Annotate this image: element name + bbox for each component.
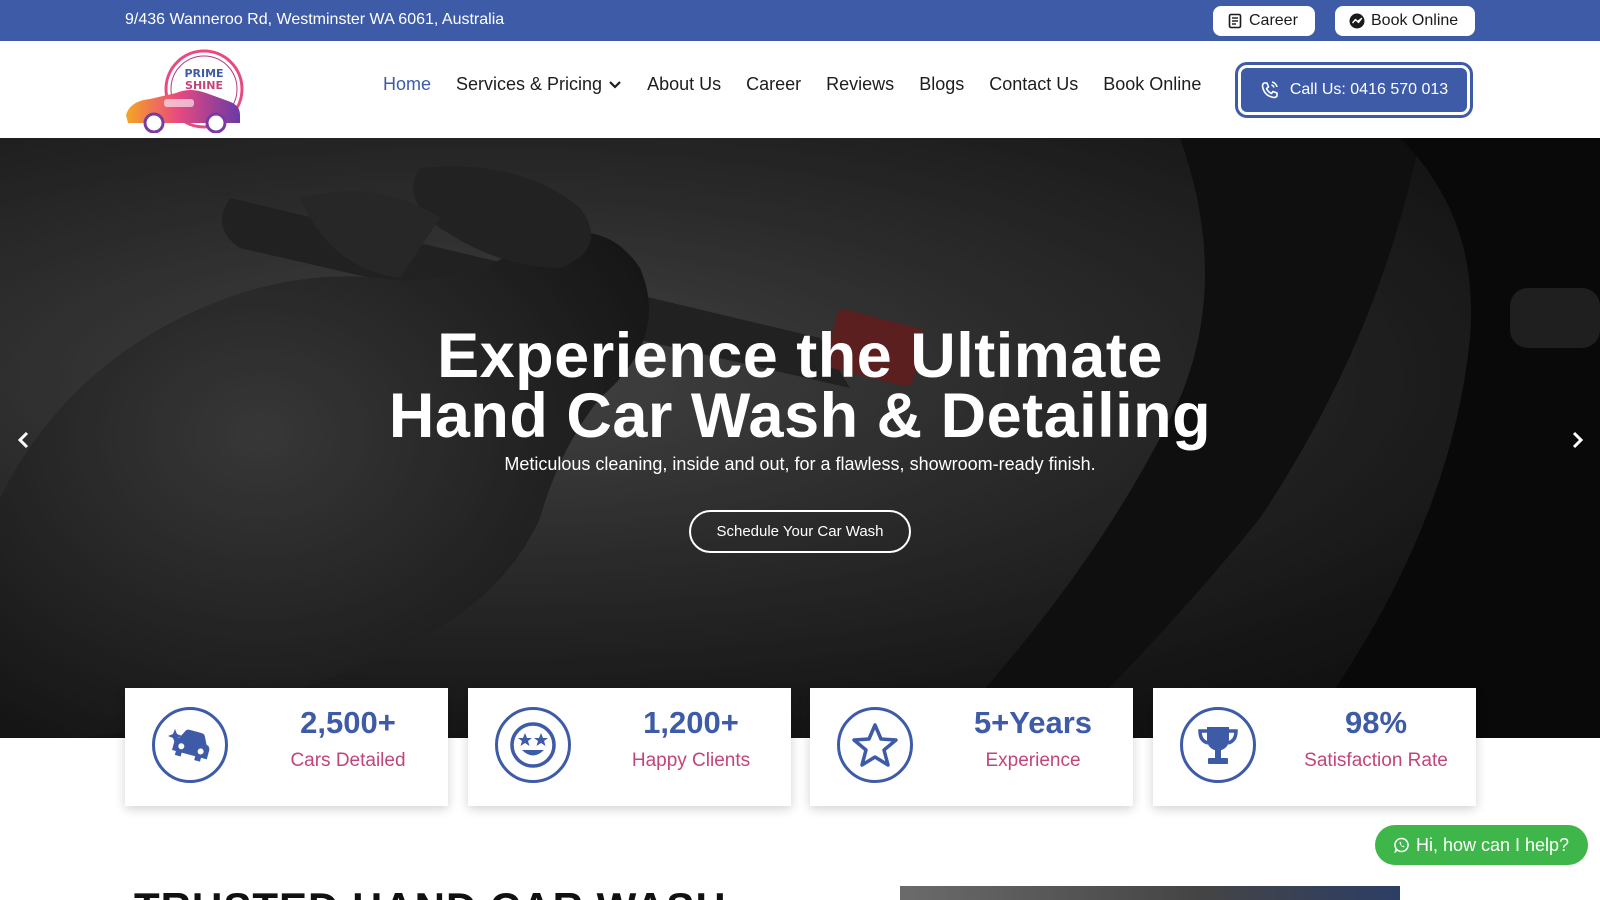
star-icon xyxy=(852,723,898,767)
stat-label: Happy Clients xyxy=(631,750,751,771)
hero-subtitle: Meticulous cleaning, inside and out, for… xyxy=(504,454,1096,474)
prime-shine-logo[interactable]: PRIME SHINE xyxy=(124,49,248,134)
stat-card-experience: 5+Years Experience xyxy=(810,688,1133,806)
top-bar: 9/436 Wanneroo Rd, Westminster WA 6061, … xyxy=(0,0,1600,41)
call-us-label: Call Us: 0416 570 013 xyxy=(1289,81,1449,98)
nav-item-label: Services & Pricing xyxy=(456,74,603,94)
nav-item-home[interactable]: Home xyxy=(383,74,431,95)
stat-icon-wrap xyxy=(1180,707,1256,783)
stat-icon-wrap xyxy=(495,707,571,783)
book-online-top-button[interactable]: Book Online xyxy=(1335,6,1475,36)
stat-label: Experience xyxy=(985,750,1081,771)
schedule-car-wash-button[interactable]: Schedule Your Car Wash xyxy=(689,510,911,553)
section-title: TRUSTED HAND CAR WASH xyxy=(134,884,727,900)
career-button-label: Career xyxy=(1249,12,1298,29)
stat-label: Satisfaction Rate xyxy=(1304,750,1448,771)
hero-title-line-2: Hand Car Wash & Detailing xyxy=(388,381,1212,451)
whatsapp-chat-label: Hi, how can I help? xyxy=(1415,834,1570,855)
nav-item-label: Blogs xyxy=(919,74,965,94)
site-header: PRIME SHINE Home Services & Pricing Abou… xyxy=(0,41,1600,138)
nav-item-label: About Us xyxy=(647,74,722,94)
career-button[interactable]: Career xyxy=(1213,6,1315,36)
book-online-top-label: Book Online xyxy=(1371,12,1459,29)
stat-value: 1,200+ xyxy=(643,705,739,740)
nav-item-contact-us[interactable]: Contact Us xyxy=(989,74,1078,95)
nav-item-label: Contact Us xyxy=(989,74,1079,94)
phone-ringing-icon xyxy=(1261,81,1278,99)
hero-slider: Experience the Ultimate Hand Car Wash & … xyxy=(0,138,1600,738)
section-image xyxy=(900,886,1400,900)
nav-item-about-us[interactable]: About Us xyxy=(647,74,721,95)
whatsapp-chat-button[interactable]: Hi, how can I help? xyxy=(1375,825,1588,865)
main-nav: Home Services & Pricing About Us Career … xyxy=(383,74,1226,95)
car-sparkle-icon xyxy=(168,729,210,762)
nav-item-label: Home xyxy=(383,74,432,94)
stat-card-cars-detailed: 2,500+ Cars Detailed xyxy=(125,688,448,806)
hero-title: Experience the Ultimate Hand Car Wash & … xyxy=(0,325,1600,448)
document-icon xyxy=(1228,13,1242,29)
nav-item-career[interactable]: Career xyxy=(746,74,801,95)
stat-label: Cars Detailed xyxy=(290,750,406,771)
nav-item-reviews[interactable]: Reviews xyxy=(826,74,894,95)
nav-item-services-pricing[interactable]: Services & Pricing xyxy=(456,74,622,95)
address-text: 9/436 Wanneroo Rd, Westminster WA 6061, … xyxy=(125,11,505,28)
stat-card-happy-clients: 1,200+ Happy Clients xyxy=(468,688,791,806)
whatsapp-icon xyxy=(1394,837,1409,853)
trophy-icon xyxy=(1198,727,1238,764)
nav-item-label: Career xyxy=(746,74,802,94)
chevron-down-icon xyxy=(609,80,621,89)
nav-item-label: Book Online xyxy=(1103,74,1202,94)
star-eyes-face-icon xyxy=(510,722,556,768)
nav-item-blogs[interactable]: Blogs xyxy=(919,74,964,95)
stat-value: 5+Years xyxy=(973,705,1093,740)
nav-item-book-online[interactable]: Book Online xyxy=(1103,74,1201,95)
stat-card-satisfaction-rate: 98% Satisfaction Rate xyxy=(1153,688,1476,806)
stat-value: 2,500+ xyxy=(300,705,396,740)
nav-item-label: Reviews xyxy=(826,74,895,94)
stat-icon-wrap xyxy=(837,707,913,783)
stat-value: 98% xyxy=(1344,705,1408,740)
call-us-button[interactable]: Call Us: 0416 570 013 xyxy=(1238,65,1470,115)
stat-icon-wrap xyxy=(152,707,228,783)
messenger-icon xyxy=(1349,13,1365,29)
